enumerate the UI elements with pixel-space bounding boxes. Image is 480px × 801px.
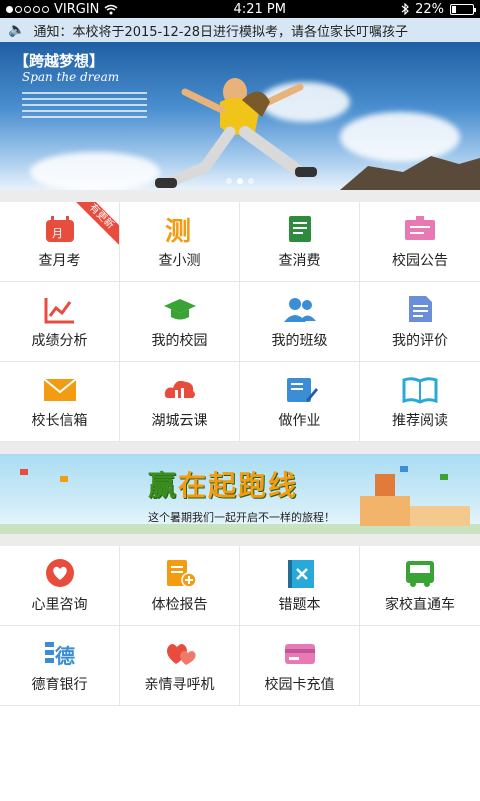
grid-item-health-report[interactable]: 体检报告 — [120, 546, 240, 626]
grid-item-principal-mailbox[interactable]: 校长信箱 — [0, 362, 120, 442]
banner-title: 【跨越梦想】 — [14, 52, 105, 70]
grid-item-label: 校园公告 — [392, 252, 448, 269]
bluetooth-icon — [401, 3, 409, 15]
grid-item-query-quiz[interactable]: 测查小测 — [120, 202, 240, 282]
chart-icon — [42, 294, 78, 324]
grid-item-query-monthly-exam[interactable]: 月查月考 有更新 — [0, 202, 120, 282]
book-icon — [402, 374, 438, 404]
hearts-icon — [162, 638, 198, 668]
signal-dots-icon — [6, 5, 49, 13]
grid-item-label: 查消费 — [278, 252, 321, 269]
grid-item-query-spending[interactable]: 查消费 — [240, 202, 360, 282]
promo-banner[interactable]: 赢在起跑线 这个暑期我们一起开启不一样的旅程！ — [0, 454, 480, 534]
grid-item-family-pager[interactable]: 亲情寻呼机 — [120, 626, 240, 706]
banner-carousel[interactable]: 【跨越梦想】 Span the dream — [0, 42, 480, 190]
graduation-cap-icon — [162, 294, 198, 324]
svg-text:月: 月 — [52, 227, 63, 240]
grid-item-label: 校长信箱 — [31, 412, 88, 429]
grid-item-label: 德育银行 — [31, 676, 88, 693]
grid-item-my-class[interactable]: 我的班级 — [240, 282, 360, 362]
heart-chat-icon — [42, 558, 78, 588]
grid-item-grade-analysis[interactable]: 成绩分析 — [0, 282, 120, 362]
grid-item-label: 家校直通车 — [385, 596, 455, 613]
grid-item-wrong-questions[interactable]: 错题本 — [240, 546, 360, 626]
grid-item-label: 体检报告 — [151, 596, 208, 613]
notebook-icon — [282, 558, 318, 588]
grid-item-moral-bank[interactable]: 德德育银行 — [0, 626, 120, 706]
quiz-icon: 测 — [162, 214, 198, 244]
notice-text: 通知：本校将于2015-12-28日进行模拟考，请各位家长叮嘱孩子 — [33, 24, 408, 40]
grid-item-label: 湖城云课 — [151, 412, 208, 429]
wifi-icon — [104, 4, 118, 14]
battery-icon — [449, 3, 476, 15]
calendar-icon: 月 — [42, 214, 78, 244]
banner-paragraph-lines — [22, 92, 147, 122]
grid-item-label: 心里咨询 — [31, 596, 88, 613]
clock-tower-illustration — [360, 474, 410, 526]
banner-subtitle: Span the dream — [22, 70, 120, 84]
grid-item-label: 我的评价 — [392, 332, 448, 349]
homework-icon — [282, 374, 318, 404]
cloud-class-icon — [162, 374, 198, 404]
status-bar: VIRGIN 4:21 PM 22% — [0, 0, 480, 18]
jumping-person-image — [155, 78, 317, 188]
feature-grid-primary: 月查月考 有更新测查小测 查消费 校园公告 成绩分析 我的校园 我的班级 我的评价 校长信箱 湖城… — [0, 202, 480, 442]
grid-item-recommended-reading[interactable]: 推荐阅读 — [360, 362, 480, 442]
card-icon — [282, 638, 318, 668]
bus-icon — [402, 558, 438, 588]
clock: 4:21 PM — [233, 1, 286, 17]
mail-icon — [42, 374, 78, 404]
grid-item-homework[interactable]: 做作业 — [240, 362, 360, 442]
grid-item-campus-notice[interactable]: 校园公告 — [360, 202, 480, 282]
grid-item-label: 成绩分析 — [31, 332, 88, 349]
grid-item-label: 校园卡充值 — [264, 676, 335, 693]
grid-item-label: 亲情寻呼机 — [144, 676, 215, 693]
promo-subtext: 这个暑期我们一起开启不一样的旅程！ — [148, 511, 335, 524]
grid-item-school-bus[interactable]: 家校直通车 — [360, 546, 480, 626]
grid-item-my-evaluation[interactable]: 我的评价 — [360, 282, 480, 362]
grid-item-label: 我的班级 — [271, 332, 328, 349]
carousel-indicator[interactable] — [226, 178, 254, 184]
grid-item-my-school[interactable]: 我的校园 — [120, 282, 240, 362]
document-icon — [402, 294, 438, 324]
grid-item-counseling[interactable]: 心里咨询 — [0, 546, 120, 626]
svg-text:测: 测 — [165, 217, 191, 244]
battery-percent: 22% — [415, 1, 444, 17]
notice-bar[interactable]: 🔈 通知：本校将于2015-12-28日进行模拟考，请各位家长叮嘱孩子 — [0, 18, 480, 42]
svg-text:德: 德 — [55, 644, 75, 668]
moral-bank-icon: 德 — [42, 638, 78, 668]
grid-item-label: 错题本 — [278, 596, 321, 613]
people-icon — [282, 294, 318, 324]
grid-item-label: 我的校园 — [151, 332, 208, 349]
feature-grid-secondary: 心里咨询 体检报告 错题本 家校直通车德德育银行 亲情寻呼机 校园卡充值 — [0, 546, 480, 706]
report-plus-icon — [162, 558, 198, 588]
carrier-name: VIRGIN — [54, 1, 100, 17]
grid-item-label: 推荐阅读 — [392, 412, 448, 429]
notice-icon — [402, 214, 438, 244]
grid-item-huzhou-cloud-class[interactable]: 湖城云课 — [120, 362, 240, 442]
promo-slogan: 赢在起跑线 — [148, 469, 299, 502]
grid-item-label: 查月考 — [38, 252, 81, 269]
grid-item-label: 做作业 — [278, 412, 321, 429]
grid-empty-cell — [360, 626, 480, 706]
speaker-icon: 🔈 — [8, 22, 26, 38]
receipt-icon — [282, 214, 318, 244]
grid-item-label: 查小测 — [158, 252, 201, 269]
building-illustration — [410, 506, 470, 526]
grid-item-card-recharge[interactable]: 校园卡充值 — [240, 626, 360, 706]
